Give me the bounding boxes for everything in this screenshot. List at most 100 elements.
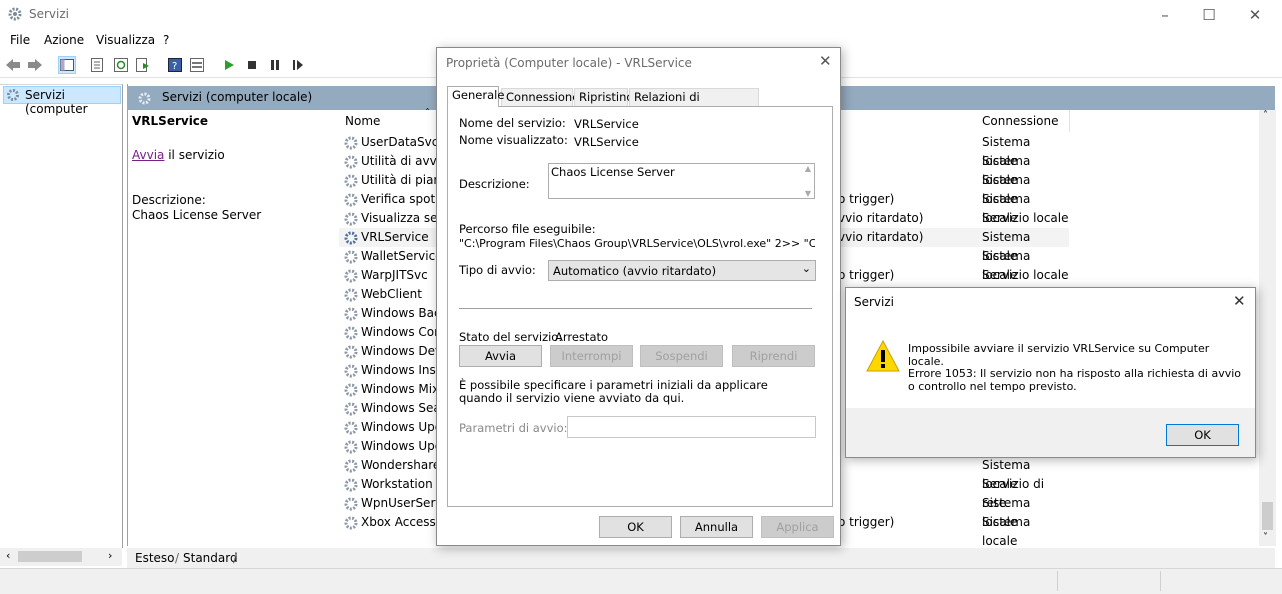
- column-header-connection[interactable]: Connessione: [978, 110, 1070, 132]
- start-service-text: Avvia il servizio: [132, 148, 225, 162]
- menu-help[interactable]: ?: [163, 33, 169, 47]
- gear-icon: [8, 7, 22, 21]
- service-gear-icon: [344, 364, 358, 378]
- warning-icon: [866, 340, 900, 372]
- scroll-left-icon[interactable]: ‹: [6, 549, 10, 562]
- view-icon[interactable]: [188, 56, 206, 74]
- scroll-right-icon[interactable]: ›: [108, 549, 112, 562]
- pause-button[interactable]: Sospendi: [640, 345, 723, 367]
- description-textarea[interactable]: Chaos License Server ▲ ▼: [548, 163, 815, 199]
- service-name: VRLService: [361, 230, 429, 244]
- chevron-down-icon: ⌄: [801, 262, 811, 275]
- title-bar: Servizi – ☐ ✕: [0, 0, 1282, 30]
- ok-button[interactable]: OK: [1166, 424, 1239, 446]
- forward-icon[interactable]: [26, 56, 44, 74]
- cancel-button[interactable]: Annulla: [680, 516, 753, 538]
- resume-button[interactable]: Riprendi: [732, 345, 815, 367]
- message-footer: OK: [846, 408, 1255, 457]
- service-name: WarpJITSvc: [361, 268, 428, 282]
- start-service-link[interactable]: Avvia: [132, 148, 164, 162]
- stop-button[interactable]: Interrompi: [550, 345, 633, 367]
- service-gear-icon: [344, 440, 358, 454]
- service-name: Windows Back: [361, 306, 437, 320]
- properties-dialog: Proprietà (Computer locale) - VRLService…: [436, 47, 841, 546]
- sort-up-icon: ˆ: [425, 108, 430, 119]
- export-icon[interactable]: [134, 56, 152, 74]
- service-name: Visualizza servi: [361, 211, 437, 225]
- service-startup-type: o trigger): [838, 268, 895, 282]
- play-icon[interactable]: [220, 56, 238, 74]
- vscroll-thumb[interactable]: [1262, 502, 1273, 530]
- service-name: Windows Conn: [361, 325, 437, 339]
- service-connection: Sistema locale: [982, 154, 1031, 187]
- back-icon[interactable]: [4, 56, 22, 74]
- apply-button[interactable]: Applica: [761, 516, 834, 538]
- tab-relazioni[interactable]: Relazioni di dipendenza: [629, 88, 759, 120]
- startup-type-label: Tipo di avvio:: [459, 263, 536, 277]
- service-gear-icon: [344, 250, 358, 264]
- service-gear-icon: [344, 345, 358, 359]
- params-input[interactable]: [567, 416, 816, 438]
- params-label: Parametri di avvio:: [459, 421, 568, 435]
- error-message-dialog: Servizi ✕ Impossibile avviare il servizi…: [845, 287, 1256, 458]
- service-gear-icon: [344, 402, 358, 416]
- maximize-button[interactable]: ☐: [1186, 4, 1232, 26]
- menu-azione[interactable]: Azione: [44, 33, 84, 47]
- service-connection: Servizio locale: [982, 268, 1069, 282]
- service-connection: Sistema locale: [982, 192, 1031, 225]
- message-line-2: Errore 1053: Il servizio non ha risposto…: [908, 367, 1242, 393]
- startup-type-select[interactable]: Automatico (avvio ritardato) ⌄: [548, 260, 816, 281]
- service-gear-icon: [344, 307, 358, 321]
- description-label: Descrizione:: [132, 193, 206, 207]
- service-name: Windows Insta: [361, 363, 437, 377]
- scroll-up-icon[interactable]: ˄: [1263, 110, 1268, 121]
- help-icon[interactable]: ?: [166, 56, 184, 74]
- svg-text:?: ?: [172, 61, 177, 72]
- restart-icon[interactable]: [289, 56, 307, 74]
- tree-hscrollbar[interactable]: ‹ ›: [0, 548, 122, 566]
- window-title: Servizi: [29, 7, 70, 21]
- service-gear-icon: [344, 421, 358, 435]
- tree-item-label: Servizi (computer: [25, 88, 88, 116]
- menu-file[interactable]: File: [10, 33, 30, 47]
- tree-item-servizi[interactable]: Servizi (computer: [3, 86, 121, 116]
- service-name: WalletService: [361, 249, 437, 263]
- services-vscrollbar[interactable]: ˄ ˅: [1259, 110, 1276, 546]
- start-button[interactable]: Avvia: [459, 345, 542, 367]
- column-header-name[interactable]: Nome ˆ: [339, 108, 439, 132]
- scroll-down-icon[interactable]: ▼: [805, 189, 811, 198]
- service-gear-icon: [344, 174, 358, 188]
- selected-service-name: VRLService: [132, 114, 209, 128]
- display-name-label: Nome visualizzato:: [459, 133, 568, 147]
- service-connection: Sistema locale: [982, 249, 1031, 282]
- console-tree-icon[interactable]: [58, 56, 76, 74]
- service-name: Wondershare I: [361, 458, 437, 472]
- menu-visualizza[interactable]: Visualizza: [96, 33, 155, 47]
- tab-standard[interactable]: Standard: [183, 551, 238, 565]
- tab-esteso[interactable]: Esteso: [135, 551, 175, 565]
- ok-button[interactable]: OK: [599, 516, 672, 538]
- service-status-value: Arrestato: [555, 330, 609, 344]
- tab-generale[interactable]: Generale: [447, 86, 504, 107]
- scroll-down-icon[interactable]: ˅: [1263, 532, 1268, 543]
- tab-connessione[interactable]: Connessione: [501, 88, 579, 106]
- close-icon[interactable]: ✕: [1233, 292, 1246, 310]
- properties-icon[interactable]: [88, 56, 106, 74]
- params-hint: È possibile specificare i parametri iniz…: [459, 378, 768, 405]
- service-gear-icon: [344, 136, 358, 150]
- service-gear-icon: [344, 459, 358, 473]
- close-icon[interactable]: ✕: [819, 52, 832, 70]
- tab-ripristino[interactable]: Ripristino: [574, 88, 633, 106]
- service-gear-icon: [344, 326, 358, 340]
- service-gear-icon: [344, 269, 358, 283]
- scroll-thumb[interactable]: [18, 551, 82, 562]
- description-value: Chaos License Server: [132, 208, 262, 222]
- general-panel: Nome del servizio: VRLService Nome visua…: [447, 106, 833, 507]
- minimize-button[interactable]: –: [1142, 4, 1188, 26]
- scroll-up-icon[interactable]: ▲: [805, 164, 811, 173]
- refresh-icon[interactable]: [112, 56, 130, 74]
- stop-icon[interactable]: [243, 56, 261, 74]
- service-gear-icon: [344, 478, 358, 492]
- close-button[interactable]: ✕: [1232, 4, 1278, 26]
- pause-icon[interactable]: [266, 56, 284, 74]
